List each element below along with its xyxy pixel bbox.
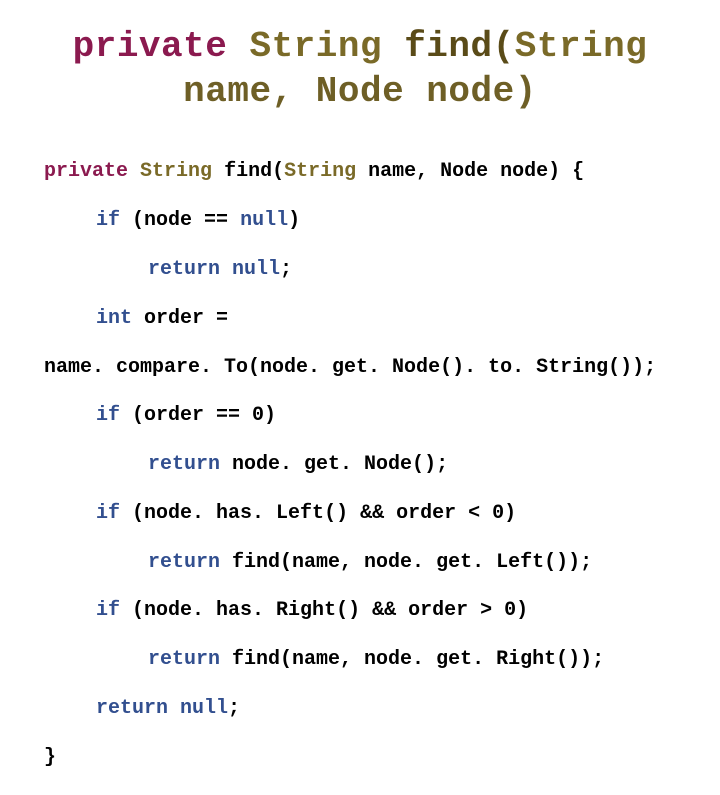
- code-line-12: return null;: [44, 697, 676, 721]
- code-line-10: if (node. has. Right() && order > 0): [44, 599, 676, 623]
- title-fn: find(: [404, 26, 515, 67]
- code-line-5: name. compare. To(node. get. Node(). to.…: [44, 356, 676, 380]
- code-line-9: return find(name, node. get. Left());: [44, 551, 676, 575]
- code-line-2: if (node == null): [44, 209, 676, 233]
- code-line-7: return node. get. Node();: [44, 453, 676, 477]
- code-line-6: if (order == 0): [44, 404, 676, 428]
- code-line-1: private String find(String name, Node no…: [44, 160, 676, 184]
- code-line-8: if (node. has. Left() && order < 0): [44, 502, 676, 526]
- title-type-string-2: String: [515, 26, 648, 67]
- code-line-13: }: [44, 746, 676, 770]
- title-type-string-1: String: [249, 26, 382, 67]
- code-line-4: int order =: [44, 307, 676, 331]
- code-line-3: return null;: [44, 258, 676, 282]
- slide-title: private String find(String name, Node no…: [44, 24, 676, 114]
- code-block: private String find(String name, Node no…: [44, 136, 676, 795]
- title-private: private: [73, 26, 228, 67]
- title-params: name, Node node): [183, 71, 537, 112]
- code-line-11: return find(name, node. get. Right());: [44, 648, 676, 672]
